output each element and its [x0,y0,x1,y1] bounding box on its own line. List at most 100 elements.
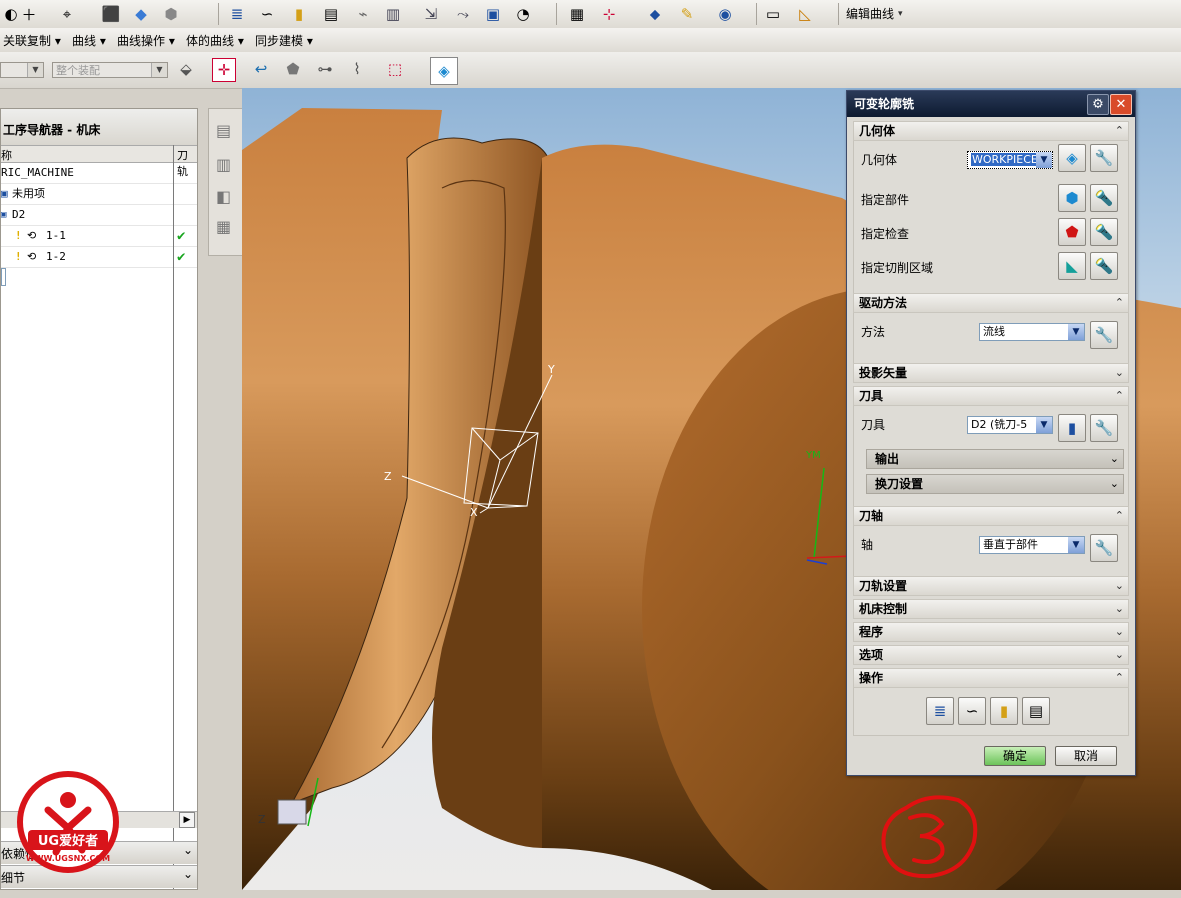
close-icon[interactable]: ✕ [1110,94,1132,115]
chevron-down-icon[interactable]: ⌄ [183,843,193,857]
select-check-button[interactable]: ⬟ [1058,218,1086,246]
datum-icon[interactable]: ⌖ [56,3,78,25]
selection-scope-combo[interactable]: 整个装配 ▼ [52,62,168,78]
section-path-settings[interactable]: 刀轨设置 ⌄ [853,576,1129,596]
replay-toolpath-icon[interactable]: ∽ [256,3,278,25]
measure-angle-icon[interactable]: ◺ [794,3,816,25]
feature-icon[interactable]: ⬢ [160,3,182,25]
edit-curve-menu[interactable]: 编辑曲线 [846,5,894,22]
display-check-button[interactable]: 🔦 [1090,218,1118,246]
tool-change-subsection[interactable]: 换刀设置 ⌄ [866,474,1124,494]
section-tool-axis[interactable]: 刀轴 ⌃ [853,506,1129,526]
tree-row-op-selected[interactable]: !⟲1-3✔ [1,268,6,286]
view-orient-icon[interactable]: ⬥ [644,3,666,25]
dropdown-arrow-icon[interactable]: ▼ [1036,152,1052,168]
snap-icon[interactable]: ⬙ [175,58,197,80]
generate-toolpath-icon[interactable]: ≣ [226,3,248,25]
face-icon[interactable]: ⬟ [282,58,304,80]
tool-icon[interactable]: ✎ [676,3,698,25]
transform-icon[interactable]: ⤳ [452,3,474,25]
chevron-down-icon[interactable]: ⌄ [1115,577,1124,595]
chevron-down-icon[interactable]: ▾ [898,9,903,19]
dropdown-arrow-icon[interactable]: ▼ [1036,417,1052,433]
edit-drive-button[interactable]: 🔧 [1090,321,1118,349]
verify-button[interactable]: ▮ [990,697,1018,725]
generate-button[interactable]: ≣ [926,697,954,725]
dropdown-arrow-icon[interactable]: ▼ [1068,324,1084,340]
menu-item-curve[interactable]: 曲线 ▾ [72,32,106,49]
chevron-down-icon[interactable]: ⌄ [1115,646,1124,664]
undo-icon[interactable]: ↩ [250,58,272,80]
dropdown-arrow-icon[interactable]: ▼ [1068,537,1084,553]
tree-row-unused[interactable]: ▣ 未用项 [1,184,197,205]
menu-item-sync-modeling[interactable]: 同步建模 ▾ [255,32,313,49]
edit-axis-button[interactable]: 🔧 [1090,534,1118,562]
select-filter-icon[interactable]: ✛ [212,58,236,82]
section-geometry[interactable]: 几何体 ⌃ [853,121,1129,141]
chevron-down-icon[interactable]: ⌄ [1115,623,1124,641]
cancel-button[interactable]: 取消 [1055,746,1117,766]
curve-snap-icon[interactable]: ⌇ [346,58,368,80]
select-part-button[interactable]: ⬢ [1058,184,1086,212]
machine-tab-icon[interactable]: ▥ [216,155,236,175]
info-icon[interactable]: ▣ [482,3,504,25]
tree-row-d2[interactable]: ▣ D2 [1,205,197,226]
point-snap-icon[interactable]: ⊶ [314,58,336,80]
part-tab-icon[interactable]: ◧ [216,187,236,207]
verify-toolpath-icon[interactable]: ▮ [288,3,310,25]
extrude-icon[interactable]: ⬛ [100,3,122,25]
list-toolpath-icon[interactable]: ▤ [320,3,342,25]
edit-tool-button[interactable]: 🔧 [1090,414,1118,442]
tree-row-machine[interactable]: RIC_MACHINE [1,163,197,184]
section-machine-control[interactable]: 机床控制 ⌄ [853,599,1129,619]
wcs-icon[interactable]: ⊹ [598,3,620,25]
measure-distance-icon[interactable]: ▭ [762,3,784,25]
section-drive-method[interactable]: 驱动方法 ⌃ [853,293,1129,313]
section-program[interactable]: 程序 ⌄ [853,622,1129,642]
menu-item-curve-ops[interactable]: 曲线操作 ▾ [117,32,175,49]
menu-item-body-curves[interactable]: 体的曲线 ▾ [186,32,244,49]
reuse-tab-icon[interactable]: ▦ [216,217,236,237]
display-cut-area-button[interactable]: 🔦 [1090,252,1118,280]
output-subsection[interactable]: 输出 ⌄ [866,449,1124,469]
tree-row-op[interactable]: ! ⟲ 1-2 ✔ [1,247,197,268]
axis-select[interactable]: 垂直于部件 ▼ [979,536,1085,554]
chevron-up-icon[interactable]: ⌃ [1115,669,1124,687]
render-icon[interactable]: ◉ [714,3,736,25]
chevron-down-icon[interactable]: ⌄ [1115,600,1124,618]
scroll-right-icon[interactable]: ▶ [179,812,195,828]
edit-geometry-button[interactable]: 🔧 [1090,144,1118,172]
column-name[interactable]: 称 [1,147,12,163]
section-tool[interactable]: 刀具 ⌃ [853,386,1129,406]
type-filter-combo[interactable]: ▼ [0,62,44,78]
replay-button[interactable]: ∽ [958,697,986,725]
geometry-select[interactable]: WORKPIECE ▼ [967,151,1053,169]
select-cut-area-button[interactable]: ◣ [1058,252,1086,280]
menu-item-associative-copy[interactable]: 关联复制 ▾ [3,32,61,49]
section-options[interactable]: 选项 ⌄ [853,645,1129,665]
tree-row-op[interactable]: ! ⟲ 1-1 ✔ [1,226,197,247]
chevron-down-icon[interactable]: ⌄ [183,867,193,881]
chevron-up-icon[interactable]: ⌃ [1115,507,1124,525]
list-button[interactable]: ▤ [1022,697,1050,725]
ok-button[interactable]: 确定 [984,746,1046,766]
shop-doc-icon[interactable]: ▥ [382,3,404,25]
chevron-down-icon[interactable]: ⌄ [1115,364,1124,382]
postprocess-icon[interactable]: ⌁ [352,3,374,25]
drive-method-select[interactable]: 流线 ▼ [979,323,1085,341]
section-actions[interactable]: 操作 ⌃ [853,668,1129,688]
chevron-down-icon[interactable]: ⌄ [1110,475,1119,493]
layer-icon[interactable]: ▦ [566,3,588,25]
settings-icon[interactable]: ⚙ [1087,94,1109,115]
new-geometry-button[interactable]: ◈ [1058,144,1086,172]
view-cube-icon[interactable]: ◈ [430,57,458,85]
tool-select[interactable]: D2 (铣刀-5 ▼ [967,416,1053,434]
section-projection-vector[interactable]: 投影矢量 ⌄ [853,363,1129,383]
timer-icon[interactable]: ◔ [512,3,534,25]
chevron-up-icon[interactable]: ⌃ [1115,294,1124,312]
chevron-up-icon[interactable]: ⌃ [1115,122,1124,140]
navigator-tab-icon[interactable]: ▤ [216,121,236,141]
block-icon[interactable]: ◆ [130,3,152,25]
new-tool-button[interactable]: ▮ [1058,414,1086,442]
chevron-down-icon[interactable]: ⌄ [1110,450,1119,468]
